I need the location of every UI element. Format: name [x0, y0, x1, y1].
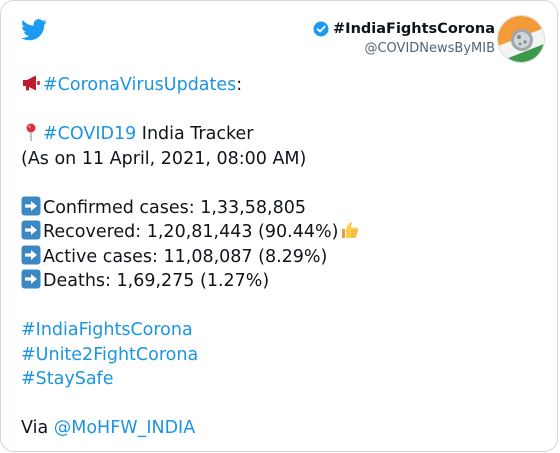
- hashtag-line: #Unite2FightCorona: [21, 343, 541, 368]
- right-arrow-icon: [21, 245, 41, 265]
- tweet-text: #CoronaVirusUpdates: #COVID19 India Trac…: [21, 73, 541, 441]
- tweet-card: #IndiaFightsCorona @COVIDNewsByMIB #Coro…: [0, 0, 558, 452]
- twitter-bird-icon[interactable]: [21, 19, 47, 41]
- confirmed-line: Confirmed cases: 1,33,58,805: [21, 196, 541, 221]
- tracker-line: #COVID19 India Tracker: [21, 122, 541, 147]
- confirmed-text: Confirmed cases: 1,33,58,805: [43, 197, 306, 218]
- account-info[interactable]: #IndiaFightsCorona @COVIDNewsByMIB: [313, 21, 495, 56]
- recovered-text: Recovered: 1,20,81,443 (90.44%): [43, 222, 339, 242]
- hashtag-covid19[interactable]: #COVID19: [43, 124, 136, 144]
- via-line: Via @MoHFW_INDIA: [21, 416, 541, 441]
- active-text: Active cases: 11,08,087 (8.29%): [43, 246, 328, 267]
- mention-mohfw[interactable]: @MoHFW_INDIA: [54, 418, 195, 438]
- deaths-text: Deaths: 1,69,275 (1.27%): [43, 271, 270, 291]
- active-line: Active cases: 11,08,087 (8.29%): [21, 245, 541, 270]
- tracker-text: India Tracker: [136, 124, 254, 144]
- hashtag-line: #IndiaFightsCorona: [21, 318, 541, 343]
- account-name[interactable]: #IndiaFightsCorona: [333, 21, 495, 37]
- deaths-line: Deaths: 1,69,275 (1.27%): [21, 269, 541, 294]
- hashtag-indiafightscorona[interactable]: #IndiaFightsCorona: [21, 320, 193, 340]
- verified-badge-icon: [313, 21, 329, 37]
- updates-line: #CoronaVirusUpdates:: [21, 73, 541, 98]
- updates-colon: :: [236, 75, 243, 95]
- hashtag-line: #StaySafe: [21, 367, 541, 392]
- as-on-line: (As on 11 April, 2021, 08:00 AM): [21, 148, 307, 169]
- hashtag-unite2fightcorona[interactable]: #Unite2FightCorona: [21, 345, 198, 365]
- megaphone-icon: [21, 73, 41, 93]
- right-arrow-icon: [21, 220, 41, 240]
- right-arrow-icon: [21, 269, 41, 289]
- recovered-line: Recovered: 1,20,81,443 (90.44%): [21, 220, 541, 245]
- right-arrow-icon: [21, 196, 41, 216]
- via-label: Via: [21, 418, 54, 438]
- hashtag-staysafe[interactable]: #StaySafe: [21, 369, 113, 389]
- account-handle[interactable]: @COVIDNewsByMIB: [313, 41, 495, 56]
- hashtag-coronavirusupdates[interactable]: #CoronaVirusUpdates: [43, 75, 236, 95]
- round-pushpin-icon: [21, 122, 41, 142]
- thumbs-up-icon: [340, 220, 360, 240]
- avatar[interactable]: [497, 15, 545, 63]
